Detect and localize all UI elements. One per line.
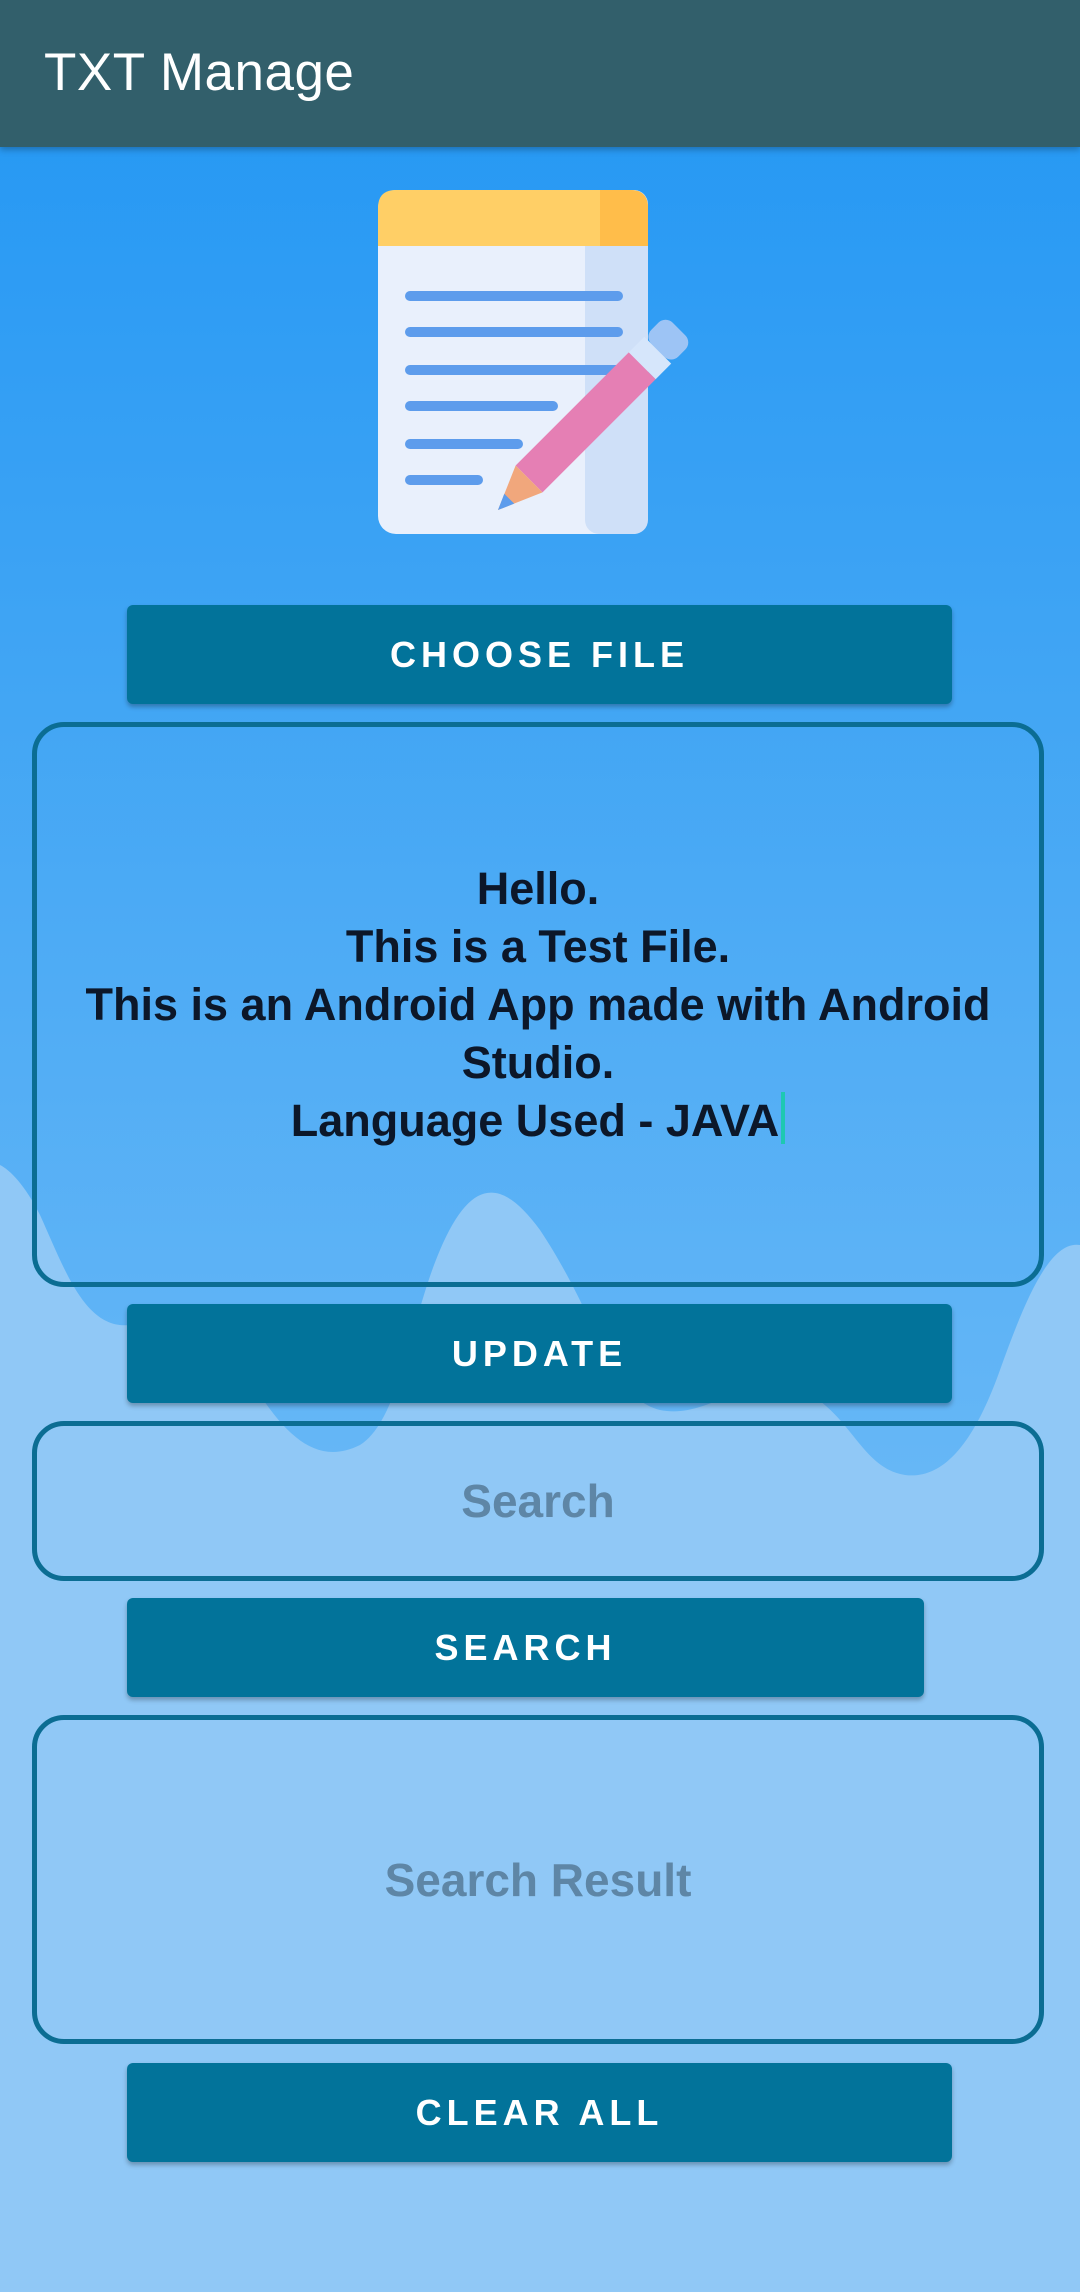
app-bar: TXT Manage (0, 0, 1080, 147)
choose-file-button[interactable]: CHOOSE FILE (127, 605, 952, 704)
search-input-placeholder: Search (461, 1475, 615, 1527)
app-title: TXT Manage (44, 43, 355, 102)
search-button[interactable]: SEARCH (127, 1598, 924, 1697)
notepad-pencil-icon (378, 190, 689, 534)
text-cursor (781, 1091, 786, 1144)
search-result-box: Search Result (32, 1715, 1044, 2044)
update-button[interactable]: UPDATE (127, 1304, 952, 1403)
search-input[interactable]: Search (32, 1421, 1044, 1581)
file-content-value: Hello. This is a Test File. This is an A… (85, 862, 991, 1146)
search-result-placeholder: Search Result (384, 1853, 692, 1906)
file-content-editor[interactable]: Hello. This is a Test File. This is an A… (32, 722, 1044, 1287)
file-content-text: Hello. This is a Test File. This is an A… (37, 860, 1039, 1150)
clear-all-button[interactable]: CLEAR ALL (127, 2063, 952, 2162)
